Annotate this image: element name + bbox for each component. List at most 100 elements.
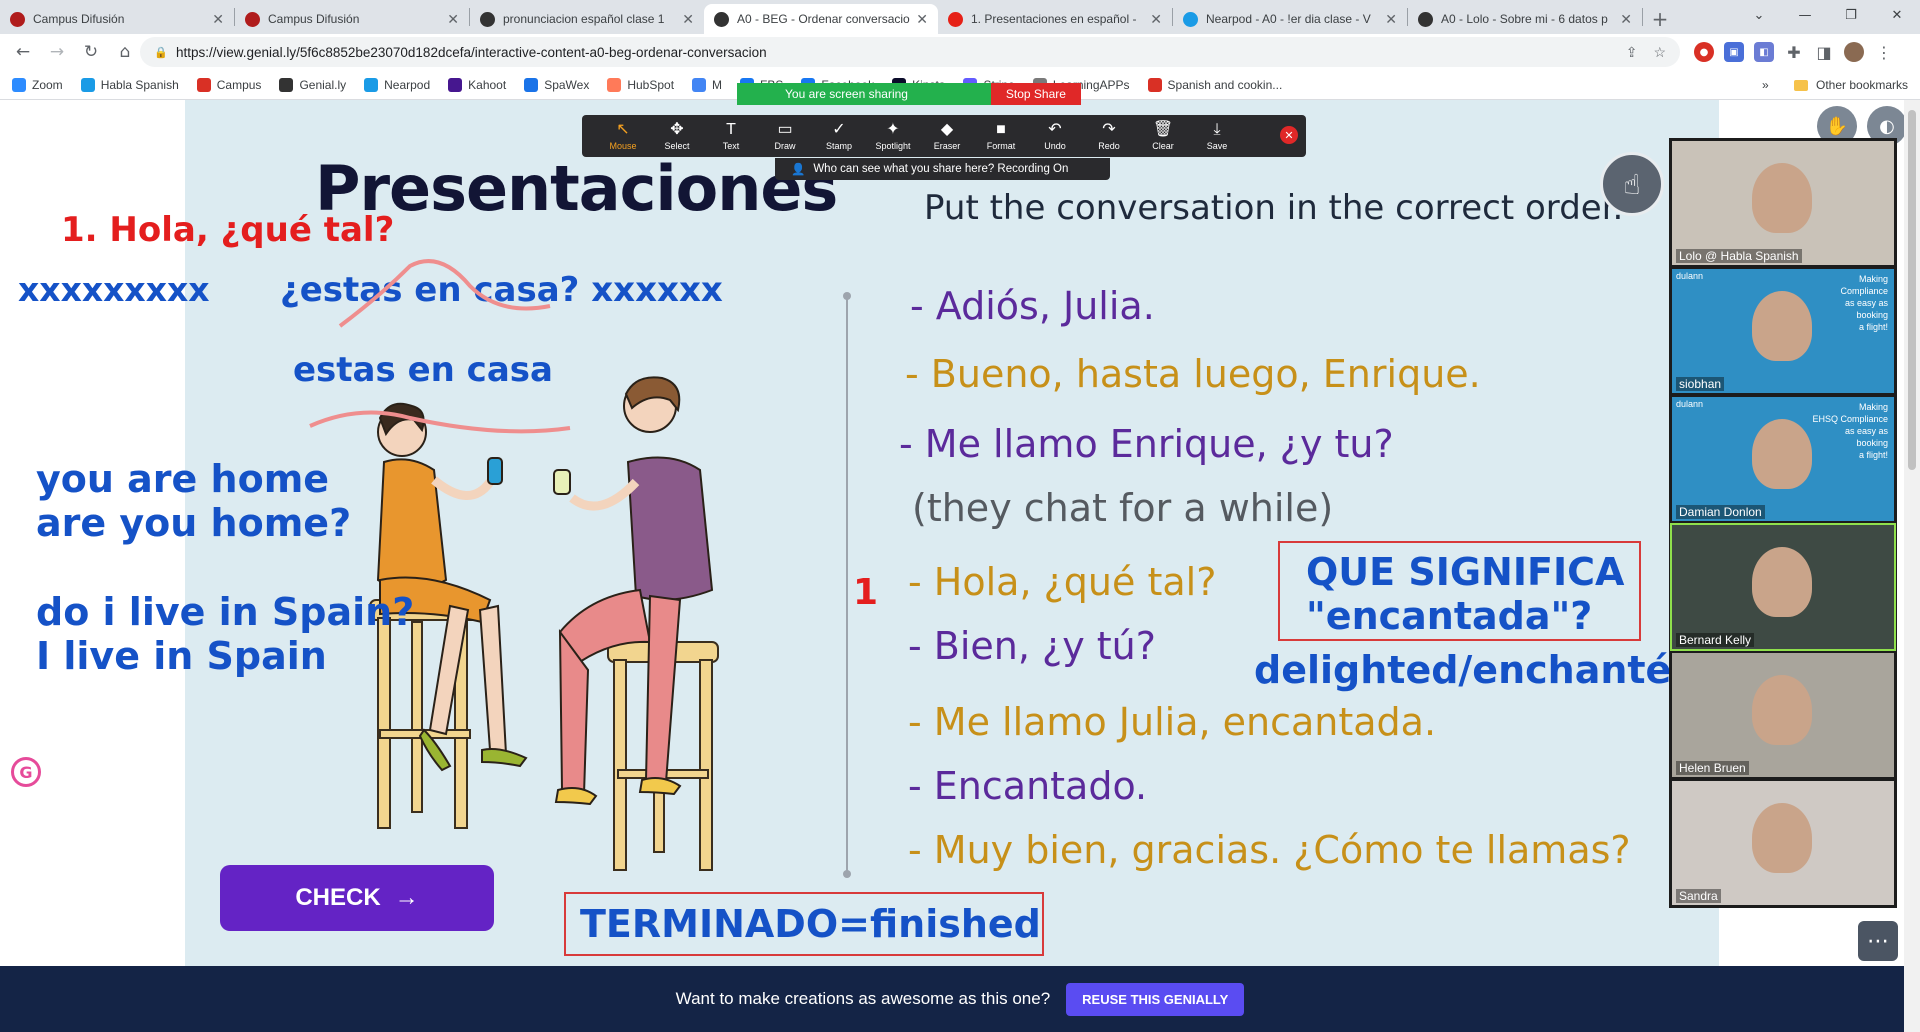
forward-button[interactable]: → [40,37,74,67]
participant-tile[interactable]: dulann Making Compliance as easy as booking a… [1672,269,1894,393]
reuse-genially-button[interactable]: REUSE THIS GENIALLY [1066,982,1245,1016]
annotation-you-are-home: you are home [36,457,330,501]
participant-name: Damian Donlon [1676,505,1765,519]
tab[interactable]: Campus Difusión ✕ [0,4,234,34]
other-bookmarks-folder[interactable]: Other bookmarks [1794,70,1908,100]
close-toolbar-button[interactable]: ✕ [1280,126,1298,144]
sharing-status[interactable]: You are screen sharing [737,83,991,105]
bookmark-item[interactable]: Campus [196,77,261,92]
tab-close-icon[interactable]: ✕ [916,11,928,28]
url-text: https://view.genial.ly/5f6c8852be23070d1… [176,44,767,60]
extension-icon[interactable]: ▣ [1724,42,1744,62]
tab-label: Campus Difusión [33,12,125,26]
annotation-are-you-home: are you home? [36,501,352,545]
scrollbar-thumb[interactable] [1908,110,1916,470]
bookmark-item[interactable]: Habla Spanish [80,77,179,92]
conversation-line[interactable]: - Bueno, hasta luego, Enrique. [905,352,1481,396]
tool-text[interactable]: T Text [704,115,758,157]
tool-label: Mouse [609,141,637,151]
tool-label: Stamp [825,141,852,151]
conversation-line[interactable]: - Adiós, Julia. [910,284,1155,328]
conversation-line[interactable]: - Muy bien, gracias. ¿Cómo te llamas? [908,828,1631,872]
tab-close-icon[interactable]: ✕ [1620,11,1632,28]
menu-kebab-icon[interactable]: ⋮ [1874,42,1894,62]
bookmark-item[interactable]: SpaWex [524,77,589,92]
tool-mouse[interactable]: ↖ Mouse [596,115,650,157]
tool-format[interactable]: ■ Format [974,115,1028,157]
restore-button[interactable]: ❐ [1828,0,1874,30]
bookmarks-overflow-button[interactable]: » [1762,70,1769,100]
scrollbar[interactable] [1904,100,1920,1032]
genially-logo[interactable]: G [11,757,41,787]
conversation-line[interactable]: - Hola, ¿qué tal? [908,560,1216,604]
more-options-button[interactable]: ⋯ [1858,921,1898,961]
close-window-button[interactable]: ✕ [1874,0,1920,30]
tab[interactable]: A0 - Lolo - Sobre mi - 6 datos p ✕ [1408,4,1642,34]
tool-select[interactable]: ✥ Select [650,115,704,157]
tool-undo[interactable]: ↶ Undo [1028,115,1082,157]
back-button[interactable]: ← [6,37,40,67]
bookmark-item[interactable]: Zoom [12,77,63,92]
person-icon: 👤 [791,164,806,176]
stop-share-button[interactable]: Stop Share [990,83,1081,105]
tab-close-icon[interactable]: ✕ [212,11,224,28]
share-icon[interactable]: ⇪ [1626,44,1638,61]
participant-tile[interactable]: dulann Making EHSQ Compliance as easy as boo… [1672,397,1894,521]
reload-button[interactable]: ↻ [74,37,108,67]
side-panel-icon[interactable]: ◨ [1814,42,1834,62]
participant-video [1752,803,1812,873]
tab[interactable]: Nearpod - A0 - !er dia clase - V ✕ [1173,4,1407,34]
stamp-icon: ✓ [832,121,846,138]
home-button[interactable]: ⌂ [108,37,142,67]
genially-icon [1418,11,1433,27]
conversation-line[interactable]: (they chat for a while) [912,486,1333,530]
tab[interactable]: pronunciacion español clase 1 ✕ [470,4,704,34]
bookmark-item[interactable]: Nearpod [364,77,430,92]
tool-save[interactable]: ⤓ Save [1190,115,1244,157]
bookmark-item[interactable]: Spanish and cookin... [1147,77,1282,92]
url-field[interactable]: 🔒 https://view.genial.ly/5f6c8852be23070… [140,37,1680,67]
bookmark-star-icon[interactable]: ☆ [1653,44,1666,61]
bookmark-item[interactable]: HubSpot [607,77,674,92]
tab[interactable]: Campus Difusión ✕ [235,4,469,34]
bookmark-favicon-icon [279,77,294,92]
minimize-button[interactable]: — [1782,0,1828,30]
tab-close-icon[interactable]: ✕ [1385,11,1397,28]
tab[interactable]: A0 - BEG - Ordenar conversacion ✕ [704,4,938,34]
annotation-number-one: 1 [853,572,879,613]
conversation-line[interactable]: - Me llamo Julia, encantada. [908,700,1436,744]
tab-close-icon[interactable]: ✕ [682,11,694,28]
extension-icon[interactable]: ◧ [1754,42,1774,62]
recording-notice[interactable]: 👤 Who can see what you share here? Recor… [775,158,1110,180]
tool-eraser[interactable]: ◆ Eraser [920,115,974,157]
new-tab-button[interactable]: + [1643,4,1677,34]
background-ad-line: EHSQ Compliance [1812,414,1888,424]
tool-stamp[interactable]: ✓ Stamp [812,115,866,157]
participant-tile[interactable]: Lolo @ Habla Spanish [1672,141,1894,265]
profile-avatar[interactable] [1844,42,1864,62]
tool-clear[interactable]: 🗑 Clear [1136,115,1190,157]
tab-close-icon[interactable]: ✕ [447,11,459,28]
tab-close-icon[interactable]: ✕ [1150,11,1162,28]
genially-footer: Want to make creations as awesome as thi… [0,966,1920,1032]
participant-tile[interactable]: Helen Bruen [1672,653,1894,777]
check-button[interactable]: CHECK → [220,865,494,931]
bookmark-item[interactable]: Genial.ly [279,77,346,92]
conversation-line[interactable]: - Bien, ¿y tú? [908,624,1156,668]
tab[interactable]: 1. Presentaciones en español - ✕ [938,4,1172,34]
pointer-hand-button[interactable]: ☝ [1600,152,1664,216]
background-ad-line: as easy as [1844,426,1888,436]
adblock-extension-icon[interactable]: ● [1694,42,1714,62]
conversation-line[interactable]: - Encantado. [908,764,1147,808]
participant-tile[interactable]: Bernard Kelly [1670,523,1896,651]
tool-redo[interactable]: ↷ Redo [1082,115,1136,157]
participant-tile[interactable]: Sandra [1672,781,1894,905]
nearpod-icon [1183,11,1198,27]
tool-spotlight[interactable]: ✦ Spotlight [866,115,920,157]
puzzle-icon[interactable]: ✚ [1784,42,1804,62]
conversation-line[interactable]: - Me llamo Enrique, ¿y tu? [899,422,1394,466]
bookmark-item[interactable]: M [692,77,722,92]
tab-search-icon[interactable]: ⌄ [1736,0,1782,30]
tool-draw[interactable]: ▭ Draw [758,115,812,157]
bookmark-item[interactable]: Kahoot [448,77,506,92]
